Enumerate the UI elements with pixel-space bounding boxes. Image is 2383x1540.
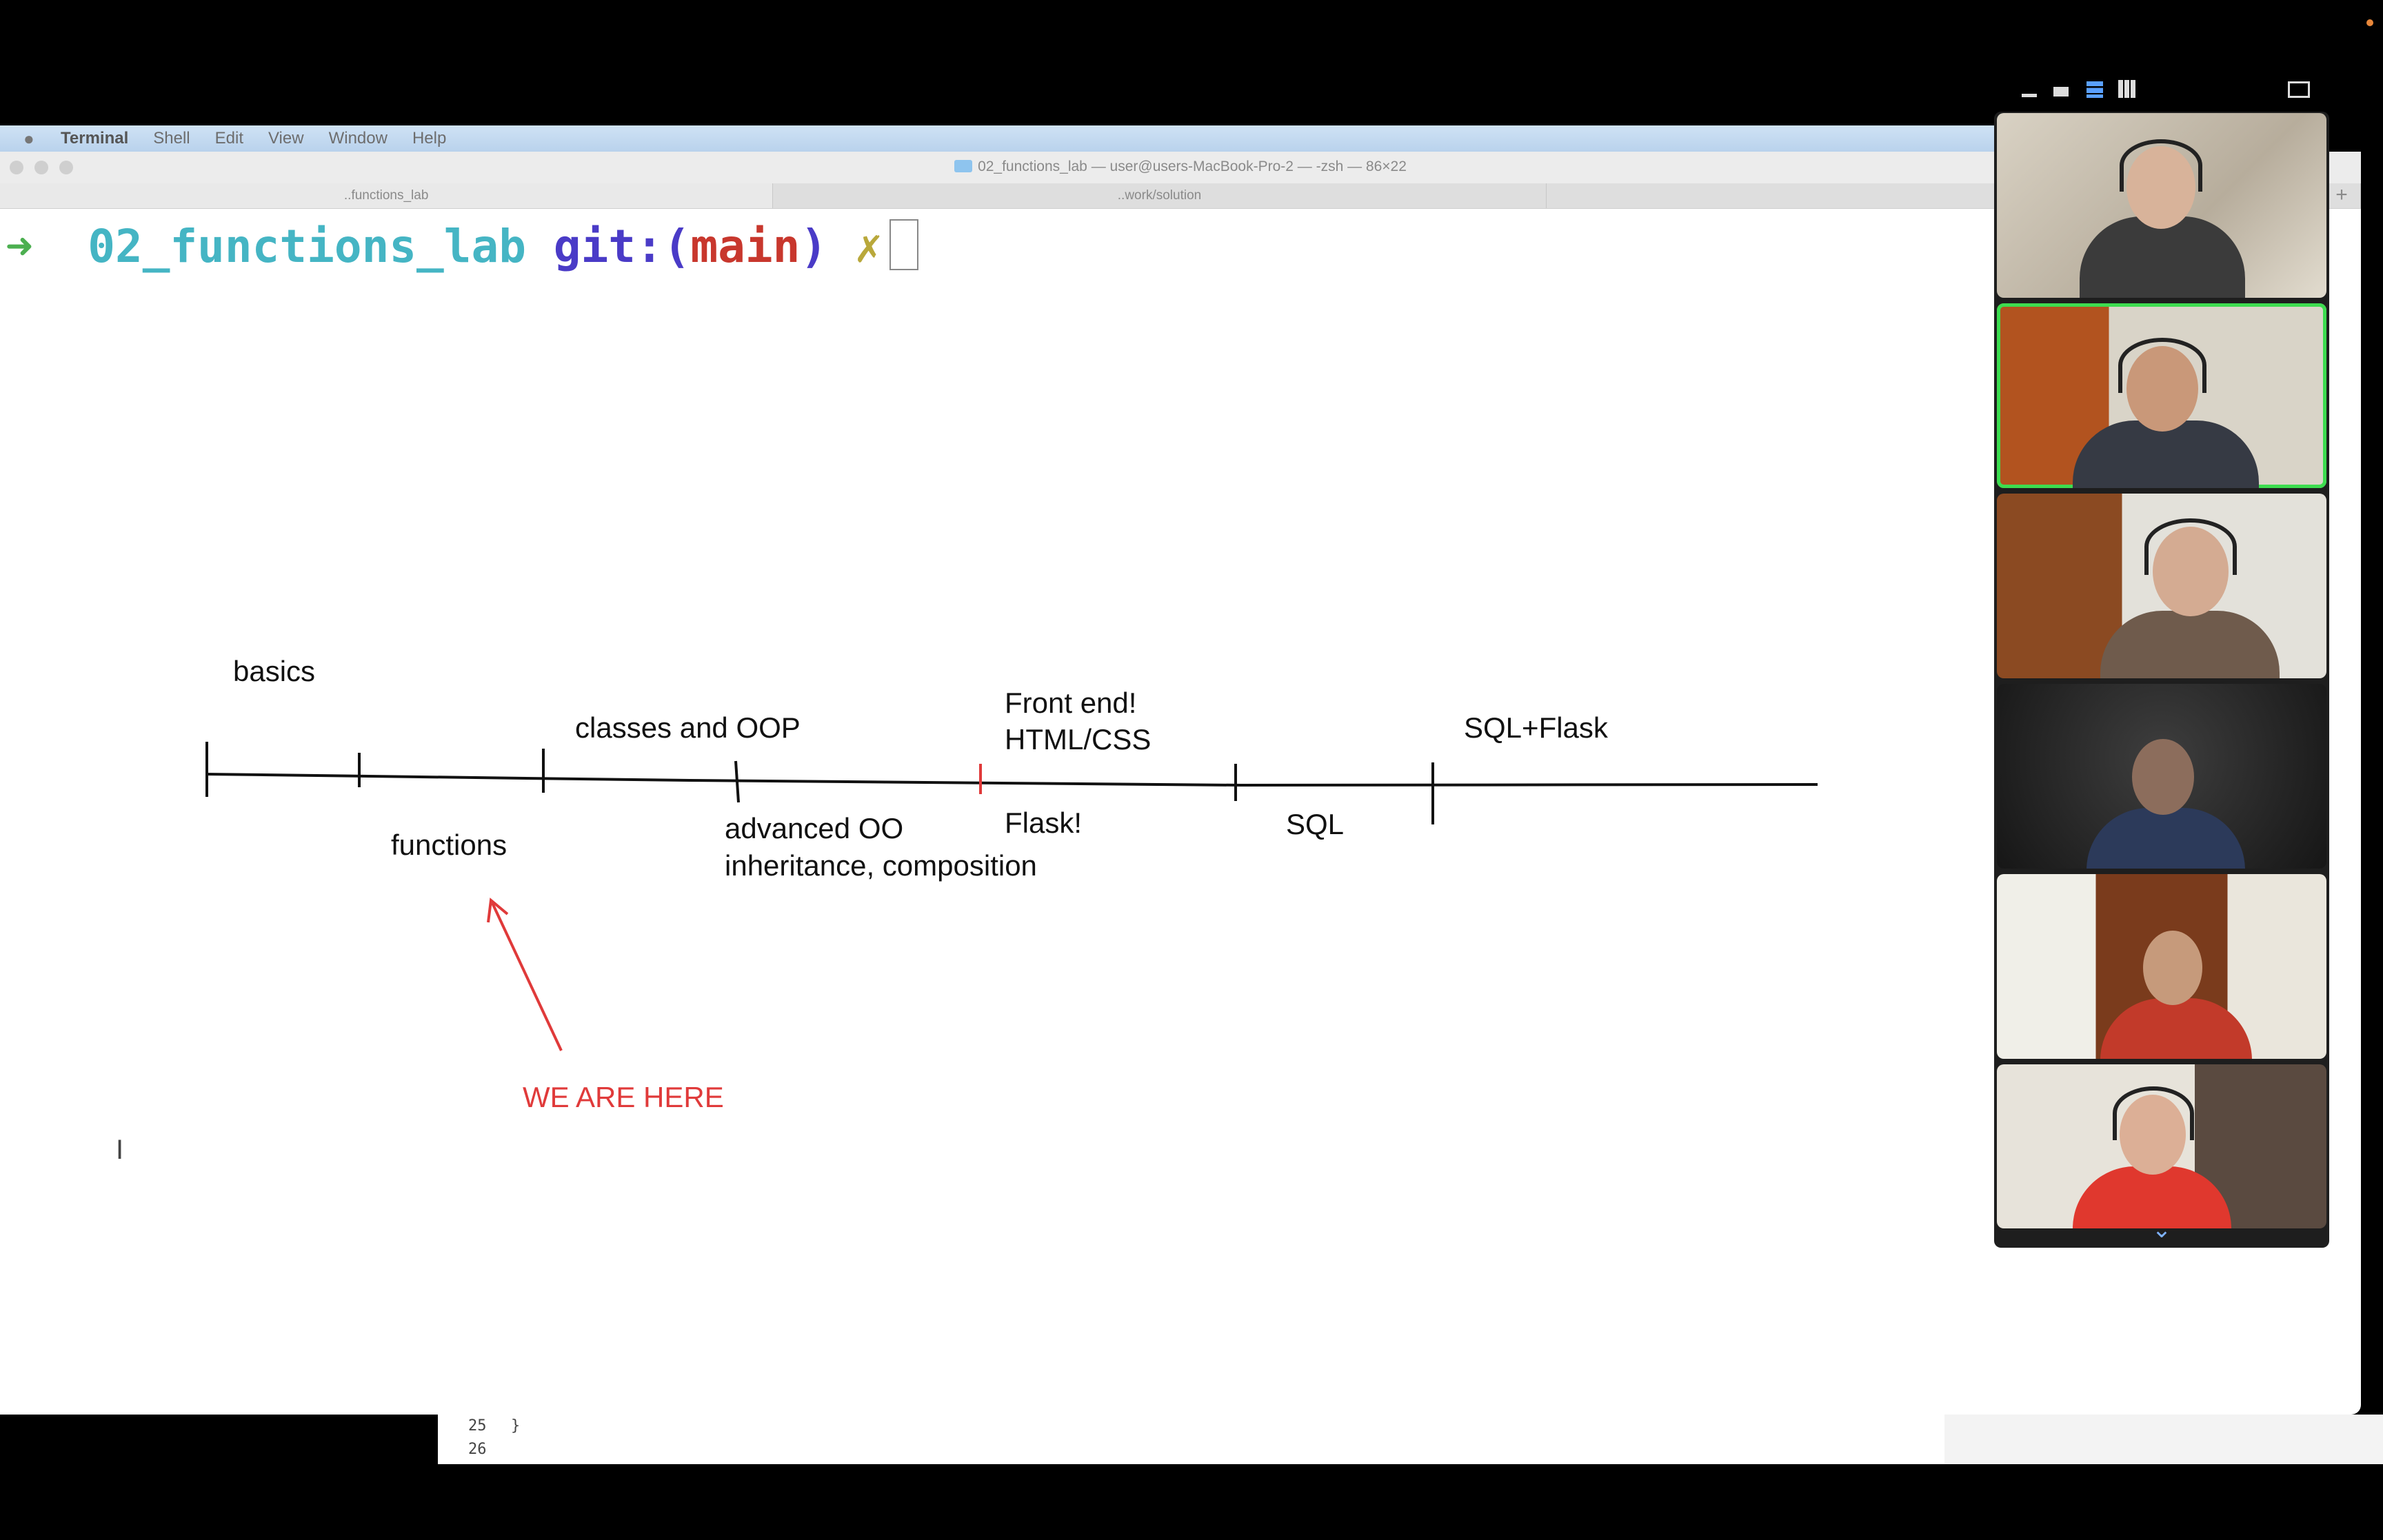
label-functions: functions	[391, 829, 507, 861]
label-flask: Flask!	[1005, 807, 1082, 839]
label-front-end: Front end!	[1005, 687, 1136, 719]
participant-video-tile[interactable]	[1997, 494, 2326, 678]
participant-video-tile-active-speaker[interactable]	[1997, 303, 2326, 488]
label-advanced-oo: advanced OO	[725, 812, 903, 844]
label-html-css: HTML/CSS	[1005, 723, 1151, 756]
timeline-tick	[734, 760, 740, 803]
apple-icon[interactable]: ●	[23, 130, 41, 148]
label-inheritance: inheritance, composition	[725, 849, 1037, 882]
menu-help[interactable]: Help	[412, 129, 446, 148]
menu-edit[interactable]: Edit	[215, 129, 243, 148]
participant-video-tile[interactable]	[1997, 113, 2326, 298]
recording-indicator-dot	[2366, 19, 2373, 26]
label-classes-oop: classes and OOP	[575, 711, 801, 744]
label-we-are-here: WE ARE HERE	[523, 1081, 724, 1113]
menu-window[interactable]: Window	[329, 129, 388, 148]
gallery-view-icon[interactable]	[2118, 80, 2136, 98]
video-layout-toolbar	[2000, 74, 2331, 108]
participant-video-tile[interactable]	[1997, 1064, 2326, 1228]
chevron-down-icon[interactable]: ⌄	[1994, 1216, 2329, 1244]
menu-shell[interactable]: Shell	[153, 129, 190, 148]
label-sql-flask: SQL+Flask	[1464, 711, 1609, 744]
label-basics: basics	[233, 655, 315, 687]
strip-view-icon[interactable]	[2087, 81, 2103, 98]
text-cursor-ibeam-icon: I	[116, 1135, 124, 1165]
mac-menu-bar: ● Terminal Shell Edit View Window Help	[0, 125, 2000, 152]
code-line: }	[511, 1417, 521, 1435]
minimize-video-icon[interactable]	[2022, 94, 2037, 97]
code-editor-strip: 25 } 26	[438, 1415, 1944, 1464]
video-participants-panel: ⌄	[1994, 112, 2329, 1248]
menu-app-name[interactable]: Terminal	[61, 129, 128, 148]
participant-video-tile[interactable]	[1997, 684, 2326, 869]
float-panel-icon[interactable]	[2288, 81, 2310, 98]
line-number: 26	[468, 1441, 487, 1458]
menu-view[interactable]: View	[268, 129, 304, 148]
marker-arrow-shaft	[491, 902, 563, 1051]
marker-arrow-head	[487, 898, 509, 923]
timeline-line	[206, 773, 1818, 787]
editor-side-pane	[1944, 1415, 2383, 1464]
label-sql: SQL	[1286, 808, 1344, 840]
speaker-view-icon[interactable]	[2053, 87, 2069, 97]
participant-video-tile[interactable]	[1997, 874, 2326, 1059]
line-number: 25	[468, 1417, 487, 1435]
